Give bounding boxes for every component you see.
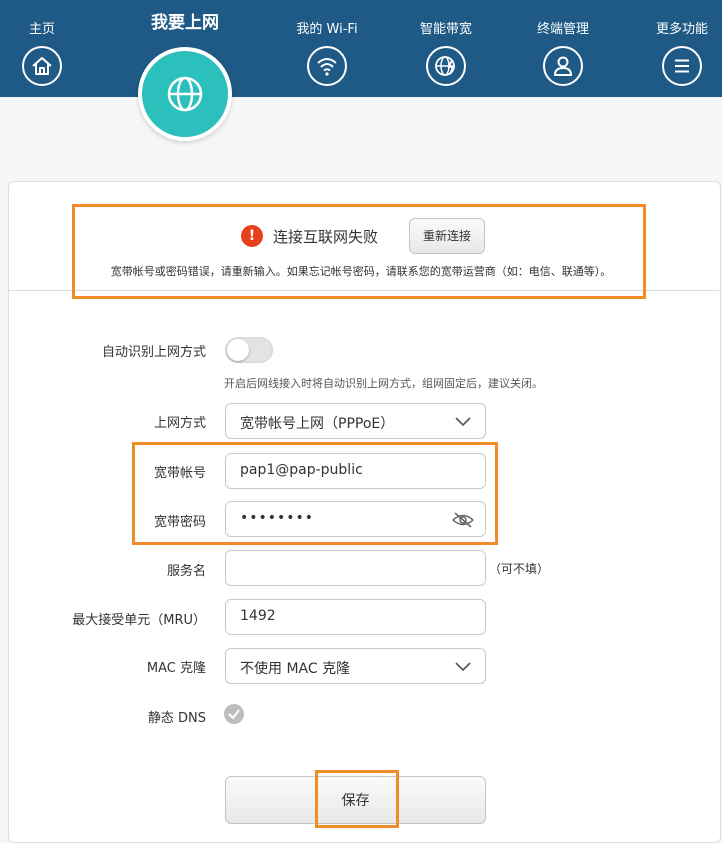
service-hint: （可不填） <box>489 562 550 576</box>
credentials-highlight-frame <box>132 442 498 545</box>
nav-bandwidth-label: 智能带宽 <box>419 22 472 37</box>
wifi-icon[interactable] <box>307 46 347 86</box>
mode-select[interactable]: 宽带帐号上网（PPPoE） <box>225 403 486 439</box>
mru-label: 最大接受单元（MRU） <box>72 613 206 628</box>
mode-label: 上网方式 <box>153 416 206 431</box>
nav-internet-label[interactable]: 我要上网 <box>130 8 240 33</box>
service-label: 服务名 <box>166 564 206 579</box>
dns-label: 静态 DNS <box>147 711 206 726</box>
mru-value: 1492 <box>240 608 276 624</box>
auto-detect-toggle[interactable] <box>225 337 273 363</box>
nav-home[interactable]: 主页 <box>0 0 97 86</box>
service-input[interactable] <box>225 550 486 586</box>
chevron-down-icon <box>455 417 471 427</box>
nav-more[interactable]: 更多功能 <box>627 0 722 86</box>
globe-icon <box>167 76 203 112</box>
nav-wifi-label: 我的 Wi-Fi <box>296 22 358 37</box>
mac-label: MAC 克隆 <box>146 661 206 676</box>
home-icon[interactable] <box>22 46 62 86</box>
nav-bandwidth[interactable]: 智能带宽 <box>391 0 501 86</box>
menu-icon[interactable] <box>662 46 702 86</box>
toggle-knob <box>227 339 249 361</box>
mode-value: 宽带帐号上网（PPPoE） <box>240 416 395 432</box>
nav-devices-label: 终端管理 <box>536 22 589 37</box>
nav-internet[interactable] <box>138 47 232 141</box>
nav-wifi[interactable]: 我的 Wi-Fi <box>272 0 382 86</box>
mac-select[interactable]: 不使用 MAC 克隆 <box>225 648 486 684</box>
chevron-down-icon <box>455 662 471 672</box>
nav-devices[interactable]: 终端管理 <box>508 0 618 86</box>
check-icon <box>228 709 240 720</box>
nav-more-label: 更多功能 <box>655 22 708 37</box>
user-icon[interactable] <box>543 46 583 86</box>
save-highlight-frame <box>315 770 399 828</box>
dns-checkbox[interactable] <box>224 704 244 724</box>
bandwidth-globe-icon[interactable] <box>426 46 466 86</box>
auto-detect-label: 自动识别上网方式 <box>101 345 206 360</box>
nav-home-label: 主页 <box>28 22 55 37</box>
auto-detect-hint: 开启后网线接入时将自动识别上网方式，组网固定后，建议关闭。 <box>224 377 543 390</box>
mru-input[interactable]: 1492 <box>225 599 486 635</box>
mac-value: 不使用 MAC 克隆 <box>240 661 351 677</box>
alert-highlight-frame <box>72 204 646 299</box>
